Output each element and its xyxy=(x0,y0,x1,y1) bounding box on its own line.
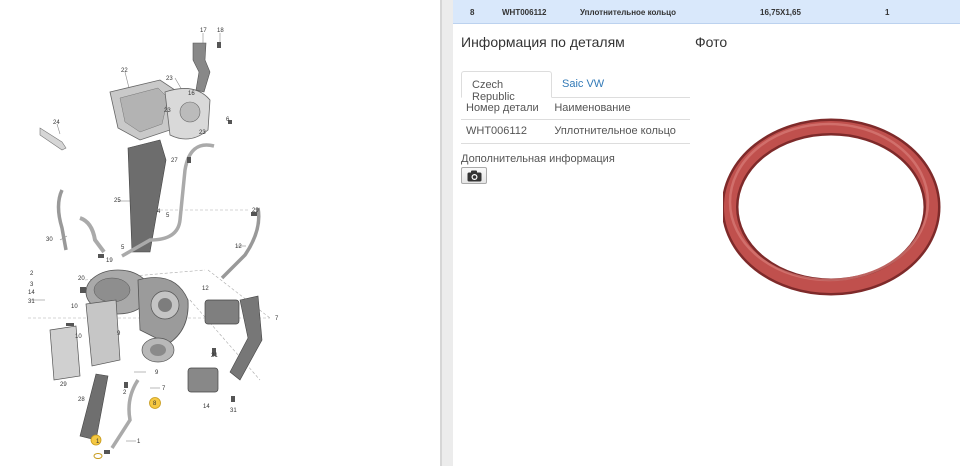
svg-text:5: 5 xyxy=(166,213,170,219)
svg-text:23: 23 xyxy=(166,76,173,82)
photo-heading: Фото xyxy=(695,34,728,50)
svg-text:27: 27 xyxy=(171,158,178,164)
svg-text:17: 17 xyxy=(200,28,207,34)
svg-text:21: 21 xyxy=(211,353,218,359)
camera-button[interactable] xyxy=(461,167,487,184)
details-panel: 8 WHT006112 Уплотнительное кольцо 16,75X… xyxy=(453,0,960,466)
svg-text:1: 1 xyxy=(137,439,141,445)
details-heading: Информация по деталям xyxy=(461,34,625,50)
selected-part-row[interactable]: 8 WHT006112 Уплотнительное кольцо 16,75X… xyxy=(453,0,960,24)
svg-text:29: 29 xyxy=(60,382,67,388)
tab-saic-vw[interactable]: Saic VW xyxy=(552,71,614,98)
column-header-name: Наименование xyxy=(549,98,690,120)
row-quantity: 1 xyxy=(885,8,890,17)
svg-text:12: 12 xyxy=(235,244,242,250)
row-part-number: WHT006112 xyxy=(502,8,547,17)
row-number: 8 xyxy=(470,8,475,17)
svg-text:10: 10 xyxy=(71,304,78,310)
turbocharger-exploded-view: 17 18 2223 2425 2323 2730 1229 166 45 519… xyxy=(28,28,279,459)
svg-text:30: 30 xyxy=(46,237,53,243)
tab-czech-republic[interactable]: Czech Republic xyxy=(461,71,552,103)
row-part-name: Уплотнительное кольцо xyxy=(580,8,676,17)
svg-text:14: 14 xyxy=(203,404,210,410)
svg-text:16: 16 xyxy=(188,91,195,97)
svg-text:28: 28 xyxy=(78,397,85,403)
part-info-table: Номер детали Наименование WHT006112 Упло… xyxy=(461,98,690,144)
row-part-size: 16,75X1,65 xyxy=(760,8,801,17)
svg-text:2: 2 xyxy=(30,271,34,277)
svg-text:7: 7 xyxy=(275,316,279,322)
svg-text:12: 12 xyxy=(202,286,209,292)
svg-text:29: 29 xyxy=(252,208,259,214)
additional-info-label: Дополнительная информация xyxy=(461,153,615,165)
parts-diagram[interactable]: 17 18 22 23 24 25 23 23 27 30 12 29 16 6 45 5 19… xyxy=(0,0,440,466)
svg-text:23: 23 xyxy=(164,108,171,114)
table-header-row: Номер детали Наименование xyxy=(461,98,690,120)
cell-part-name: Уплотнительное кольцо xyxy=(549,119,690,144)
svg-text:25: 25 xyxy=(114,198,121,204)
table-row: WHT006112 Уплотнительное кольцо xyxy=(461,119,690,144)
svg-text:23: 23 xyxy=(199,130,206,136)
camera-icon xyxy=(467,170,482,182)
svg-text:20: 20 xyxy=(78,276,85,282)
column-header-part-number: Номер детали xyxy=(461,98,550,120)
svg-text:9: 9 xyxy=(155,370,159,376)
svg-text:3: 3 xyxy=(30,282,34,288)
svg-text:14: 14 xyxy=(28,290,35,296)
panel-divider[interactable] xyxy=(440,0,453,466)
cell-part-number: WHT006112 xyxy=(461,119,550,144)
svg-text:31: 31 xyxy=(230,408,237,414)
svg-text:2: 2 xyxy=(123,390,127,396)
svg-text:7: 7 xyxy=(162,386,166,392)
svg-text:9: 9 xyxy=(117,331,121,337)
svg-text:18: 18 xyxy=(217,28,224,34)
svg-text:10: 10 xyxy=(75,334,82,340)
svg-text:31: 31 xyxy=(28,299,35,305)
svg-text:5: 5 xyxy=(121,245,125,251)
svg-text:24: 24 xyxy=(53,120,60,126)
region-tabs: Czech Republic Saic VW xyxy=(461,71,690,103)
svg-text:22: 22 xyxy=(121,68,128,74)
svg-text:19: 19 xyxy=(106,258,113,264)
part-photo[interactable] xyxy=(723,110,960,310)
